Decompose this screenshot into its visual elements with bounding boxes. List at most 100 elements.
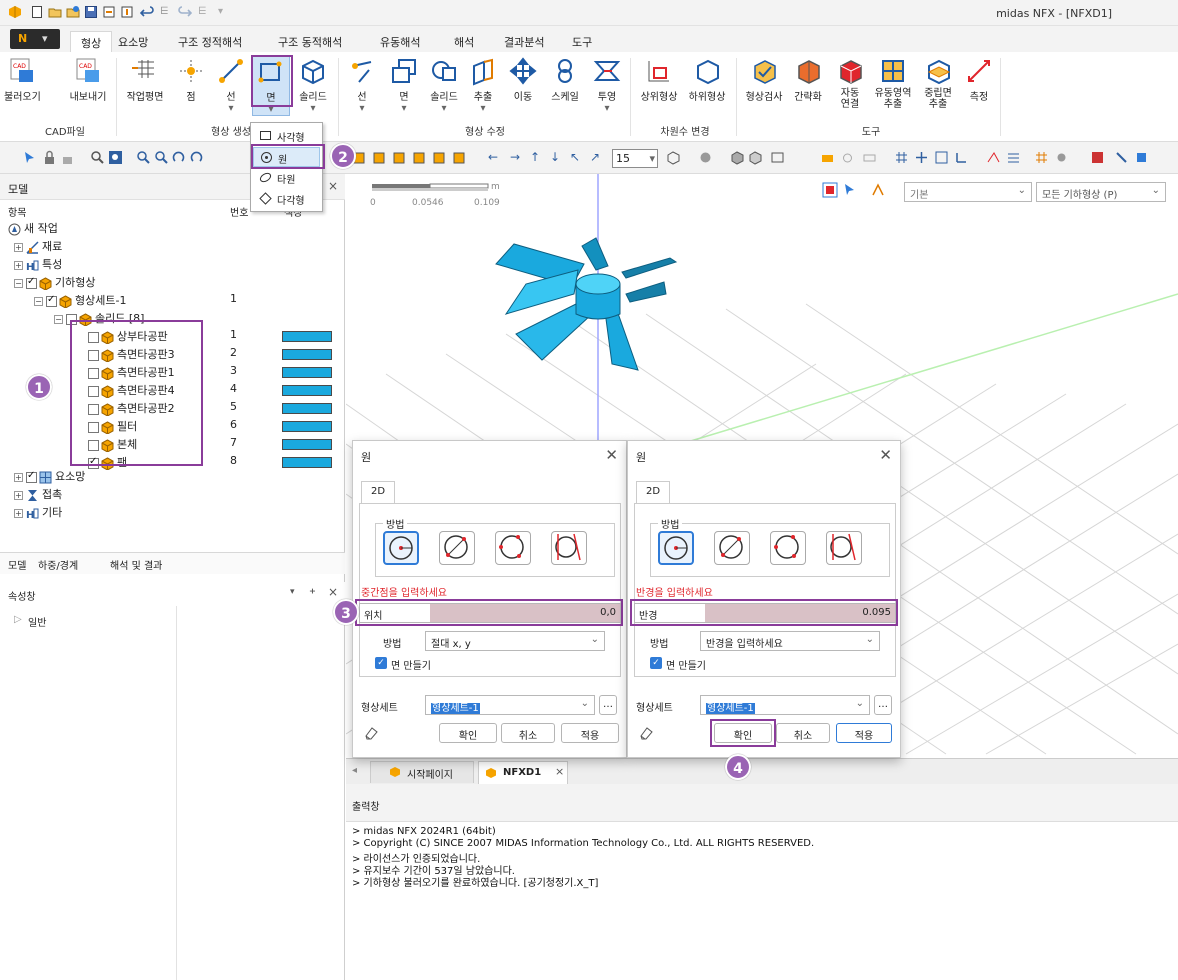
- project-button[interactable]: 투영 ▾: [590, 56, 624, 114]
- method-two-point-button[interactable]: [714, 531, 750, 565]
- filter-basic-select[interactable]: 기본 ⌄: [904, 182, 1032, 202]
- tree-material[interactable]: + 재료: [14, 238, 62, 256]
- rotate-icon[interactable]: [172, 150, 187, 165]
- expand-icon[interactable]: +: [14, 472, 23, 482]
- close-icon[interactable]: ✕: [879, 446, 892, 464]
- undo-list-icon[interactable]: ⋿: [160, 6, 169, 17]
- mesh-checkbox[interactable]: [26, 470, 37, 483]
- solid-color-swatch[interactable]: [282, 367, 332, 378]
- tab-mesh[interactable]: 요소망: [108, 31, 158, 52]
- app-menu-button[interactable]: N ▾: [10, 29, 60, 49]
- measure-button[interactable]: 측정: [962, 56, 996, 103]
- flow-extract-button[interactable]: 유동영역 추출: [870, 56, 916, 110]
- solid-color-swatch[interactable]: [282, 385, 332, 396]
- arrow-left-icon[interactable]: ←: [488, 150, 498, 164]
- upper-shape-button[interactable]: 상위형상: [636, 56, 682, 103]
- collapse-icon[interactable]: −: [34, 296, 43, 306]
- lower-shape-button[interactable]: 하위형상: [684, 56, 730, 103]
- snap-icon[interactable]: [914, 150, 929, 165]
- tree-geometry[interactable]: − 기하형상: [14, 274, 95, 292]
- shade-icon[interactable]: [730, 150, 745, 165]
- modify-line-button[interactable]: 선 ▾: [344, 56, 380, 114]
- customize-icon[interactable]: ▾: [218, 6, 223, 17]
- zoom-fit-icon[interactable]: [136, 150, 151, 165]
- cancel-button[interactable]: 취소: [776, 723, 830, 743]
- open-recent-icon[interactable]: [66, 5, 80, 19]
- view-right-icon[interactable]: [412, 150, 427, 165]
- method-tangent-button[interactable]: [551, 531, 587, 565]
- query-icon[interactable]: [1006, 150, 1021, 165]
- radius-method-select[interactable]: 반경을 입력하세요 ⌄: [700, 631, 880, 651]
- rotation-step-select[interactable]: 15 ▾: [612, 149, 658, 168]
- solid-color-swatch[interactable]: [282, 439, 332, 450]
- tree-property[interactable]: + H 특성: [14, 256, 62, 274]
- menu-item-polygon[interactable]: 다각형: [253, 189, 320, 209]
- tree-contact[interactable]: + 접촉: [14, 486, 62, 504]
- scroll-left-icon[interactable]: ◂: [352, 765, 357, 776]
- export-icon[interactable]: [120, 5, 134, 19]
- collapse-icon[interactable]: −: [54, 314, 63, 324]
- apply-button[interactable]: 적용: [561, 723, 619, 743]
- capture-icon[interactable]: [820, 150, 835, 165]
- solid-color-swatch[interactable]: [282, 457, 332, 468]
- pick-icon[interactable]: [870, 182, 886, 198]
- view-bottom-icon[interactable]: [452, 150, 467, 165]
- probe-icon[interactable]: [986, 150, 1001, 165]
- arrow-upleft-icon[interactable]: ↖: [570, 150, 580, 164]
- camera-icon[interactable]: [840, 150, 855, 165]
- tab-static[interactable]: 구조 정적해석: [168, 31, 252, 52]
- shape-check-button[interactable]: 형상검사: [742, 56, 786, 103]
- select-mode-icon[interactable]: [842, 182, 858, 198]
- zoom-window-icon[interactable]: [108, 150, 123, 165]
- extra-icon[interactable]: [1134, 150, 1149, 165]
- undo-icon[interactable]: [140, 5, 154, 19]
- solid-color-swatch[interactable]: [282, 421, 332, 432]
- render-mode-icon[interactable]: [698, 150, 713, 165]
- select-icon[interactable]: [22, 150, 37, 165]
- zoom-prev-icon[interactable]: [154, 150, 169, 165]
- redo-icon[interactable]: [178, 5, 192, 19]
- simplify-button[interactable]: 간략화: [788, 56, 828, 103]
- expand-icon[interactable]: +: [14, 260, 23, 270]
- select-filter-icon[interactable]: [822, 182, 838, 198]
- shapeset-select[interactable]: 형상세트-1 ⌄: [425, 695, 595, 715]
- tree-shapeset[interactable]: − 형상세트-1: [34, 292, 126, 310]
- close-icon[interactable]: ×: [555, 765, 564, 778]
- pin-icon[interactable]: ᚐ: [310, 586, 315, 597]
- tree-other[interactable]: + H 기타: [14, 504, 62, 522]
- method-three-point-button[interactable]: [770, 531, 806, 565]
- tool-icon[interactable]: [1114, 150, 1129, 165]
- solid-button[interactable]: 솔리드 ▾: [294, 56, 332, 114]
- apply-button[interactable]: 적용: [836, 723, 892, 743]
- make-face-checkbox[interactable]: ✓: [650, 657, 662, 669]
- redo-list-icon[interactable]: ⋿: [198, 6, 207, 17]
- solid-color-swatch[interactable]: [282, 331, 332, 342]
- method-center-radius-button[interactable]: [658, 531, 694, 565]
- geometry-checkbox[interactable]: [26, 276, 37, 289]
- shapeset-checkbox[interactable]: [46, 294, 57, 307]
- coord-method-select[interactable]: 절대 x, y ⌄: [425, 631, 605, 651]
- tab-analysis[interactable]: 해석: [444, 31, 484, 52]
- close-icon[interactable]: ✕: [605, 446, 618, 464]
- lock-icon[interactable]: [42, 150, 57, 165]
- make-face-checkbox[interactable]: ✓: [375, 657, 387, 669]
- workplane-button[interactable]: 작업평면: [122, 56, 168, 103]
- expand-icon[interactable]: +: [14, 508, 23, 518]
- expand-icon[interactable]: +: [14, 490, 23, 500]
- method-two-point-button[interactable]: [439, 531, 475, 565]
- grid-icon[interactable]: [894, 150, 909, 165]
- zoom-icon[interactable]: [90, 150, 105, 165]
- tab-dynamic[interactable]: 구조 동적해석: [268, 31, 352, 52]
- menu-item-rectangle[interactable]: 사각형: [253, 126, 320, 146]
- arrow-right-icon[interactable]: →: [510, 150, 520, 164]
- hash-icon[interactable]: [1034, 150, 1049, 165]
- extrude-button[interactable]: 추출 ▾: [466, 56, 500, 114]
- view-back-icon[interactable]: [372, 150, 387, 165]
- method-tangent-button[interactable]: [826, 531, 862, 565]
- cancel-button[interactable]: 취소: [501, 723, 555, 743]
- color-map-icon[interactable]: [1090, 150, 1105, 165]
- method-three-point-button[interactable]: [495, 531, 531, 565]
- tab-results[interactable]: 결과분석: [494, 31, 554, 52]
- tab-cfd[interactable]: 유동해석: [370, 31, 430, 52]
- eraser-icon[interactable]: [363, 725, 379, 741]
